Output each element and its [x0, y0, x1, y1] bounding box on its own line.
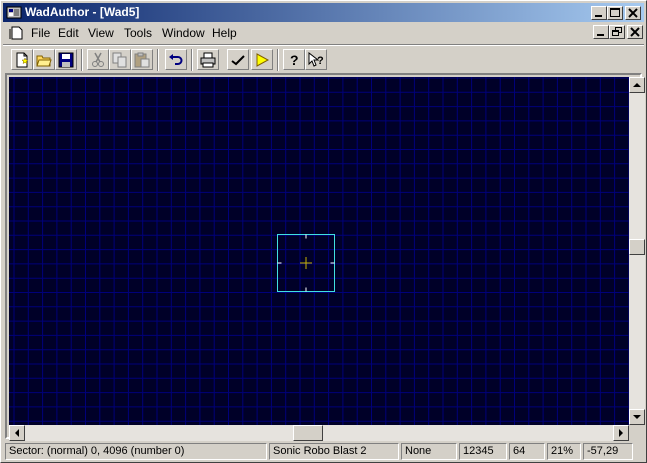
menu-window[interactable]: Window	[162, 26, 205, 40]
print-icon	[200, 52, 216, 68]
paste-icon	[134, 52, 150, 68]
print-button[interactable]	[197, 49, 219, 70]
document-minimize-button[interactable]	[593, 25, 609, 39]
vertical-scrollbar[interactable]	[629, 77, 645, 425]
copy-icon	[112, 52, 127, 68]
map-view-frame	[5, 73, 645, 441]
window-title: WadAuthor - [Wad5]	[25, 5, 140, 19]
title-bar[interactable]: WadAuthor - [Wad5]	[3, 3, 644, 22]
context-help-button[interactable]: ?	[305, 49, 327, 70]
help-icon: ?	[290, 52, 299, 68]
minimize-icon	[597, 34, 604, 36]
map-grid	[9, 77, 629, 425]
new-document-icon	[16, 52, 29, 68]
arrow-up-icon	[633, 83, 641, 87]
save-icon	[58, 52, 74, 68]
app-icon[interactable]	[6, 5, 22, 20]
document-system-icon[interactable]	[9, 26, 23, 40]
svg-text:?: ?	[290, 52, 299, 68]
menu-file[interactable]: File	[31, 26, 50, 40]
arrow-left-icon	[15, 429, 19, 437]
minimize-button[interactable]	[591, 6, 607, 20]
status-game: Sonic Robo Blast 2	[269, 443, 399, 460]
status-bar: Sector: (normal) 0, 4096 (number 0) Soni…	[3, 442, 644, 462]
horizontal-scroll-thumb[interactable]	[293, 425, 323, 441]
close-icon	[628, 8, 638, 18]
open-button[interactable]	[33, 49, 55, 70]
menu-tools[interactable]: Tools	[124, 26, 152, 40]
undo-button[interactable]	[165, 49, 187, 70]
close-icon	[630, 27, 640, 37]
toolbar-separator	[81, 49, 83, 71]
scroll-down-button[interactable]	[629, 409, 645, 425]
run-icon	[256, 53, 270, 67]
menu-bar: File Edit View Tools Window Help	[3, 23, 644, 43]
paste-button[interactable]	[131, 49, 153, 70]
toolbar-separator	[157, 49, 159, 71]
menu-view[interactable]: View	[88, 26, 114, 40]
arrow-right-icon	[619, 429, 623, 437]
vertical-scroll-thumb[interactable]	[629, 239, 645, 255]
map-canvas[interactable]	[9, 77, 629, 425]
menu-help[interactable]: Help	[212, 26, 237, 40]
document-close-button[interactable]	[627, 25, 643, 39]
arrow-down-icon	[633, 415, 641, 419]
status-coordinates: -57,29	[583, 443, 633, 460]
map-background	[9, 77, 629, 425]
main-window: WadAuthor - [Wad5] File Edit View Tools …	[0, 0, 647, 463]
horizontal-scrollbar[interactable]	[9, 425, 629, 441]
open-folder-icon	[36, 55, 52, 67]
document-restore-button[interactable]	[609, 25, 625, 39]
status-mode: None	[401, 443, 457, 460]
status-zoom: 21%	[547, 443, 581, 460]
toolbar-separator	[191, 49, 193, 71]
new-button[interactable]	[11, 49, 33, 70]
toolbar-separator	[277, 49, 279, 71]
restore-icon	[612, 27, 622, 36]
status-grid-size: 64	[509, 443, 545, 460]
undo-icon	[169, 54, 183, 65]
context-help-icon: ?	[308, 52, 324, 67]
copy-button[interactable]	[109, 49, 131, 70]
status-value: 12345	[459, 443, 507, 460]
scroll-corner	[629, 425, 645, 441]
scroll-left-button[interactable]	[9, 425, 25, 441]
maximize-button[interactable]	[607, 6, 623, 20]
scroll-right-button[interactable]	[613, 425, 629, 441]
status-sector: Sector: (normal) 0, 4096 (number 0)	[5, 443, 267, 460]
svg-text:?: ?	[317, 55, 324, 67]
save-button[interactable]	[55, 49, 77, 70]
close-button[interactable]	[625, 6, 641, 20]
menu-edit[interactable]: Edit	[58, 26, 79, 40]
cut-icon	[92, 52, 104, 67]
minimize-icon	[595, 15, 602, 17]
help-button[interactable]: ?	[283, 49, 305, 70]
maximize-icon	[610, 8, 620, 17]
run-button[interactable]	[251, 49, 273, 70]
check-icon	[231, 55, 245, 66]
toolbar: ? ?	[3, 44, 644, 73]
cut-button[interactable]	[87, 49, 109, 70]
scroll-up-button[interactable]	[629, 77, 645, 93]
check-button[interactable]	[227, 49, 249, 70]
